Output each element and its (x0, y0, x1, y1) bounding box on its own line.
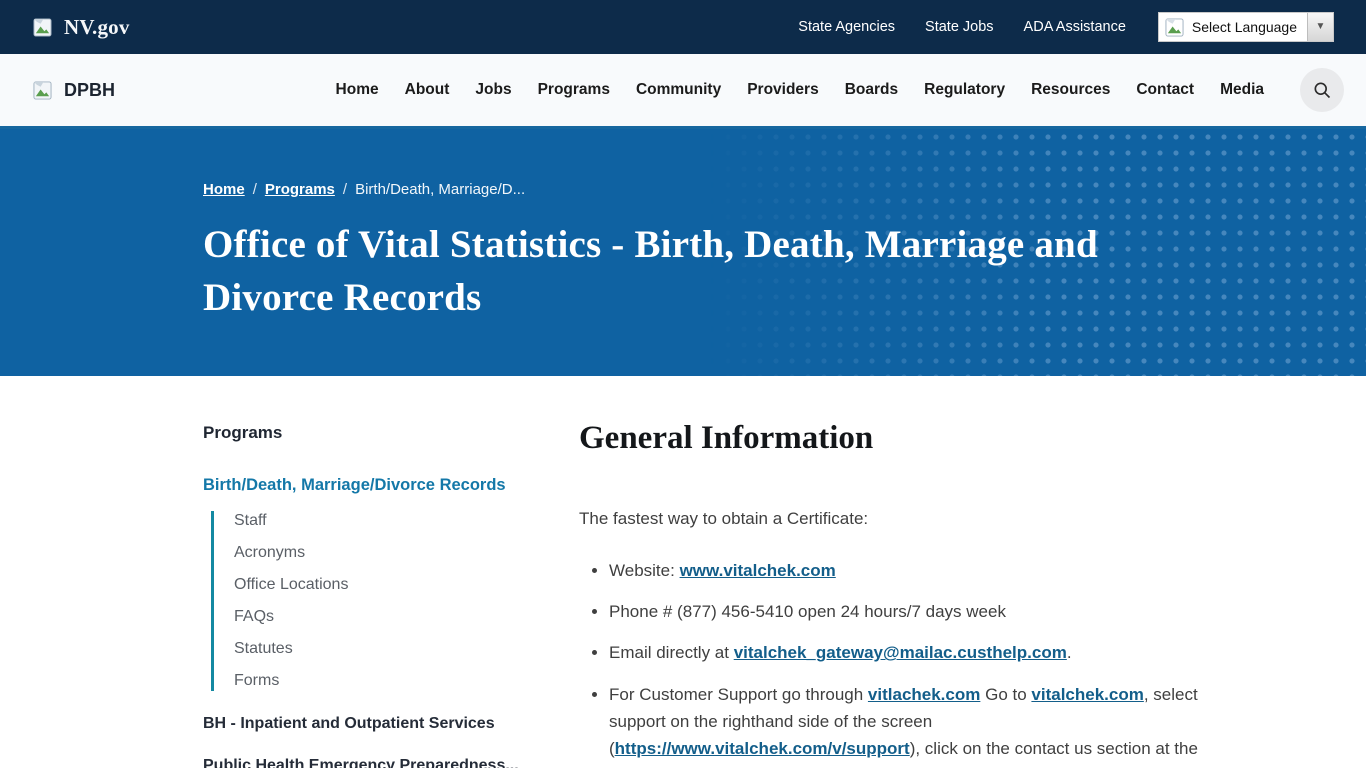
translate-broken-image-icon (1165, 18, 1184, 37)
broken-image-icon (33, 18, 52, 37)
sidebar-item-bh-services[interactable]: BH - Inpatient and Outpatient Services (203, 715, 579, 733)
content-area: Programs Birth/Death, Marriage/Divorce R… (0, 376, 1366, 768)
nav-community[interactable]: Community (636, 81, 721, 99)
search-icon (1312, 80, 1332, 100)
nav-jobs[interactable]: Jobs (475, 81, 511, 99)
intro-text: The fastest way to obtain a Certificate: (579, 509, 1199, 529)
topbar-link-state-agencies[interactable]: State Agencies (798, 19, 895, 35)
sidebar: Programs Birth/Death, Marriage/Divorce R… (203, 410, 579, 768)
list-item: FAQs (234, 607, 579, 627)
nav-boards[interactable]: Boards (845, 81, 898, 99)
topbar-links: State Agencies State Jobs ADA Assistance… (798, 12, 1334, 42)
sidebar-item-public-health-emergency[interactable]: Public Health Emergency Preparedness... (203, 757, 579, 768)
list-item: Staff (234, 511, 579, 531)
nav-contact[interactable]: Contact (1136, 81, 1194, 99)
bullet-item: Email directly at vitalchek_gateway@mail… (609, 639, 1199, 666)
nav-home[interactable]: Home (336, 81, 379, 99)
nav-regulatory[interactable]: Regulatory (924, 81, 1005, 99)
bullet-item: Phone # (877) 456-5410 open 24 hours/7 d… (609, 598, 1199, 625)
breadcrumb-home[interactable]: Home (203, 181, 245, 198)
topbar: NV.gov State Agencies State Jobs ADA Ass… (0, 0, 1366, 54)
bullet-text: For Customer Support go through (609, 685, 868, 704)
breadcrumb: Home / Programs / Birth/Death, Marriage/… (203, 181, 1366, 198)
nvgov-logo[interactable]: NV.gov (33, 15, 130, 40)
inline-link[interactable]: https://www.vitalchek.com/v/support (615, 739, 910, 758)
search-button[interactable] (1300, 68, 1344, 112)
breadcrumb-current: Birth/Death, Marriage/D... (355, 181, 525, 198)
bullet-text: Website: (609, 561, 680, 580)
bullet-text: Phone # (877) 456-5410 open 24 hours/7 d… (609, 602, 1006, 621)
bullet-text: . (1067, 643, 1072, 662)
bullet-text: Email directly at (609, 643, 734, 662)
list-item: Statutes (234, 639, 579, 659)
list-item: Forms (234, 671, 579, 691)
nav-programs[interactable]: Programs (538, 81, 610, 99)
nav-media[interactable]: Media (1220, 81, 1264, 99)
bullet-item: For Customer Support go through vitlache… (609, 681, 1199, 768)
section-heading: General Information (579, 420, 1199, 457)
bullet-list: Website: www.vitalchek.com Phone # (877) … (609, 557, 1199, 768)
nav-providers[interactable]: Providers (747, 81, 819, 99)
hero-banner: Home / Programs / Birth/Death, Marriage/… (0, 129, 1366, 376)
sidebar-item-staff[interactable]: Staff (234, 512, 267, 529)
primary-nav: Home About Jobs Programs Community Provi… (336, 68, 1344, 112)
nav-resources[interactable]: Resources (1031, 81, 1110, 99)
dpbh-logo-text: DPBH (64, 80, 115, 101)
page-title: Office of Vital Statistics - Birth, Deat… (203, 219, 1208, 324)
sidebar-item-birth-death-records[interactable]: Birth/Death, Marriage/Divorce Records (203, 476, 579, 495)
site-header: DPBH Home About Jobs Programs Community … (0, 54, 1366, 129)
bullet-text: Go to (980, 685, 1031, 704)
inline-link[interactable]: vitlachek.com (868, 685, 980, 704)
sidebar-item-acronyms[interactable]: Acronyms (234, 544, 305, 561)
sidebar-item-statutes[interactable]: Statutes (234, 640, 293, 657)
nvgov-logo-text: NV.gov (64, 15, 130, 40)
language-selector-label: Select Language (1184, 19, 1307, 35)
sidebar-heading: Programs (203, 423, 579, 443)
list-item: Acronyms (234, 543, 579, 563)
inline-link[interactable]: vitalchek_gateway@mailac.custhelp.com (734, 643, 1067, 662)
inline-link[interactable]: vitalchek.com (1031, 685, 1143, 704)
language-dropdown-button[interactable]: ▼ (1307, 13, 1333, 41)
sidebar-sub-list: Staff Acronyms Office Locations FAQs Sta… (211, 511, 579, 691)
language-selector[interactable]: Select Language ▼ (1158, 12, 1334, 42)
topbar-link-state-jobs[interactable]: State Jobs (925, 19, 994, 35)
sidebar-item-office-locations[interactable]: Office Locations (234, 576, 348, 593)
main-content: General Information The fastest way to o… (579, 410, 1199, 768)
broken-image-icon (33, 81, 52, 100)
bullet-item: Website: www.vitalchek.com (609, 557, 1199, 584)
breadcrumb-separator: / (253, 181, 257, 198)
list-item: Office Locations (234, 575, 579, 595)
chevron-down-icon: ▼ (1316, 22, 1326, 32)
breadcrumb-programs[interactable]: Programs (265, 181, 335, 198)
breadcrumb-separator: / (343, 181, 347, 198)
topbar-link-ada-assistance[interactable]: ADA Assistance (1024, 19, 1126, 35)
dpbh-logo[interactable]: DPBH (33, 80, 115, 101)
sidebar-item-faqs[interactable]: FAQs (234, 608, 274, 625)
sidebar-item-forms[interactable]: Forms (234, 672, 279, 689)
nav-about[interactable]: About (405, 81, 450, 99)
inline-link[interactable]: www.vitalchek.com (680, 561, 836, 580)
